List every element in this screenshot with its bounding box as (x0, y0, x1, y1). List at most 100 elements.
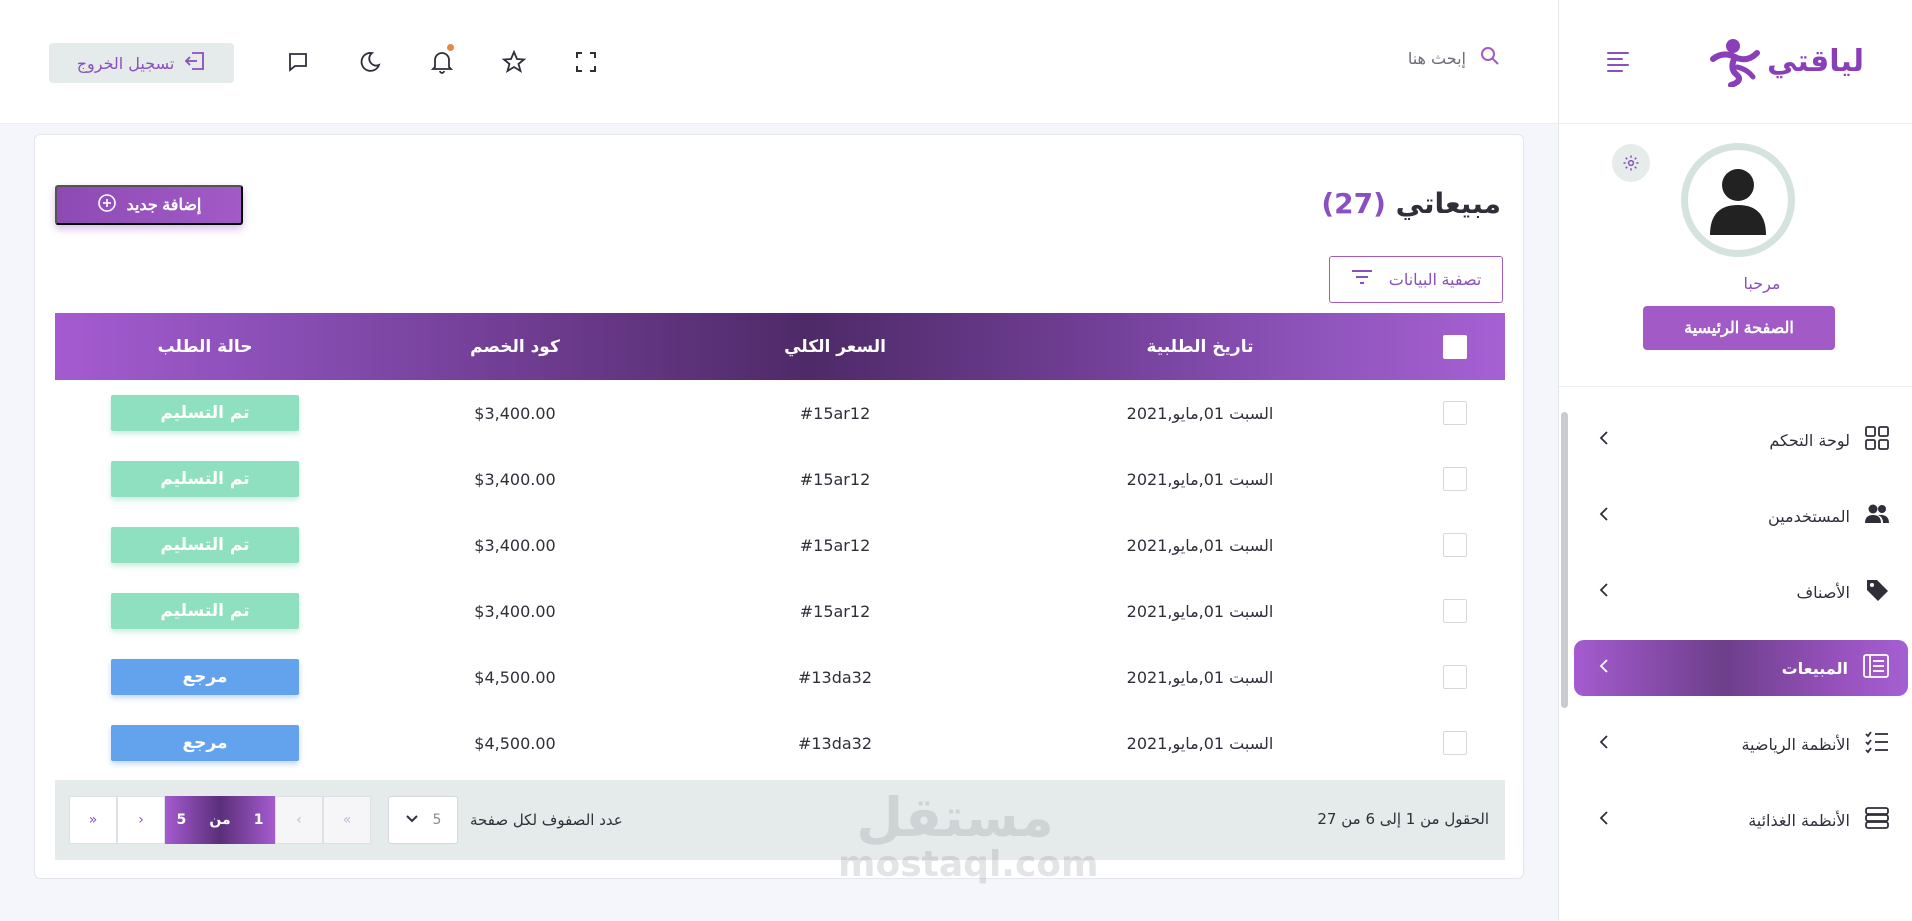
row-checkbox[interactable] (1443, 731, 1467, 755)
table-row[interactable]: السبت 01,مايو,2021 #13da32 $4,500.00 مرج… (55, 644, 1505, 710)
sales-table: تاريخ الطلبية السعر الكلي كود الخصم حالة… (55, 313, 1505, 776)
chat-icon[interactable] (262, 44, 334, 80)
runner-logo-icon (1707, 37, 1761, 87)
total-price: $3,400.00 (474, 601, 556, 621)
row-checkbox[interactable] (1443, 401, 1467, 425)
status-badge[interactable]: تم التسليم (111, 593, 299, 629)
order-date: السبت 01,مايو,2021 (1126, 535, 1274, 555)
table-row[interactable]: السبت 01,مايو,2021 #15ar12 $3,400.00 تم … (55, 512, 1505, 578)
logout-button[interactable]: تسجيل الخروج (49, 43, 234, 83)
status-badge[interactable]: تم التسليم (111, 527, 299, 563)
server-icon (1864, 805, 1890, 835)
discount-code: #13da32 (797, 667, 873, 687)
checklist-icon (1864, 729, 1890, 759)
select-all-cell (1405, 313, 1505, 380)
chevron-left-icon (1598, 582, 1610, 602)
total-price: $4,500.00 (474, 733, 556, 753)
table-row[interactable]: السبت 01,مايو,2021 #13da32 $4,500.00 مرج… (55, 710, 1505, 776)
row-checkbox[interactable] (1443, 665, 1467, 689)
status-badge[interactable]: مرجع (111, 725, 299, 761)
total-price: $3,400.00 (474, 535, 556, 555)
rows-per-page-label: عدد الصفوف لكل صفحة (470, 811, 623, 829)
search-box[interactable]: إبحث هنا (1408, 46, 1500, 70)
brand-name: لياقتي (1766, 44, 1864, 79)
brand-logo[interactable]: لياقتي (1707, 37, 1864, 87)
page-title: مبيعاتي (27) (1321, 187, 1501, 220)
status-badge[interactable]: تم التسليم (111, 395, 299, 431)
last-page-icon[interactable]: » (69, 796, 117, 844)
filter-data-button[interactable]: تصفية البيانات (1329, 256, 1503, 303)
discount-code: #13da32 (797, 733, 873, 753)
welcome-text: مرحبا (1743, 274, 1781, 293)
prev-page-icon[interactable]: ‹ (275, 796, 323, 844)
records-count: (27) (1321, 187, 1386, 220)
records-range-text: الحقول من 1 إلى 6 من 27 (1317, 810, 1489, 828)
order-date: السبت 01,مايو,2021 (1126, 667, 1274, 687)
table-row[interactable]: السبت 01,مايو,2021 #15ar12 $3,400.00 تم … (55, 446, 1505, 512)
filter-icon (1351, 269, 1373, 290)
add-new-button[interactable]: إضافة جديد (55, 185, 243, 225)
pagination: » › 5 من 1 ‹ « (69, 796, 371, 844)
sidebar-item-label: المستخدمين (1768, 506, 1850, 526)
select-all-checkbox[interactable] (1443, 334, 1467, 359)
chevron-down-icon (405, 812, 419, 828)
sidebar-item-label: المبيعات (1781, 658, 1848, 678)
status-badge[interactable]: تم التسليم (111, 461, 299, 497)
sidebar-item-users[interactable]: المستخدمين (1574, 488, 1908, 544)
plus-circle-icon (97, 193, 117, 218)
status-badge[interactable]: مرجع (111, 659, 299, 695)
rows-per-page-select[interactable]: 5 (388, 796, 458, 844)
sidebar: لياقتي مرحبا الصفحة الرئيسية لوحة التحكم… (1558, 0, 1912, 921)
pagination-bar: » › 5 من 1 ‹ « 5 عدد الصفوف لكل صفحة الح… (55, 780, 1505, 860)
order-date: السبت 01,مايو,2021 (1126, 403, 1274, 423)
sidebar-item-categories[interactable]: الأصناف (1574, 564, 1908, 620)
table-row[interactable]: السبت 01,مايو,2021 #15ar12 $3,400.00 تم … (55, 578, 1505, 644)
column-header[interactable]: كود الخصم (355, 313, 675, 380)
star-icon[interactable] (478, 44, 550, 80)
avatar[interactable] (1681, 143, 1795, 257)
chevron-left-icon (1598, 810, 1610, 830)
moon-icon[interactable] (334, 44, 406, 80)
table-row[interactable]: السبت 01,مايو,2021 #15ar12 $3,400.00 تم … (55, 380, 1505, 446)
column-header[interactable]: تاريخ الطلبية (995, 313, 1405, 380)
chevron-left-icon (1598, 658, 1610, 678)
of-label: من (209, 812, 231, 828)
rows-per-page-value: 5 (432, 812, 442, 828)
row-checkbox[interactable] (1443, 467, 1467, 491)
home-page-button[interactable]: الصفحة الرئيسية (1643, 306, 1835, 350)
chevron-left-icon (1598, 430, 1610, 450)
row-checkbox[interactable] (1443, 533, 1467, 557)
sidebar-brand: لياقتي (1559, 0, 1912, 124)
page-title-text: مبيعاتي (1395, 187, 1501, 220)
sidebar-item-dashboard[interactable]: لوحة التحكم (1574, 412, 1908, 468)
sidebar-item-label: الأنظمة الغذائية (1748, 810, 1850, 830)
sidebar-item-sport-programs[interactable]: الأنظمة الرياضية (1574, 716, 1908, 772)
discount-code: #15ar12 (799, 535, 871, 555)
rows-per-page: 5 عدد الصفوف لكل صفحة (388, 796, 623, 844)
column-header[interactable]: حالة الطلب (55, 313, 355, 380)
sidebar-item-diet-programs[interactable]: الأنظمة الغذائية (1574, 792, 1908, 848)
sidebar-item-label: الأصناف (1796, 582, 1850, 602)
sales-card: مبيعاتي (27) إضافة جديد تصفية البيانات ت… (34, 134, 1524, 879)
sidebar-item-label: الأنظمة الرياضية (1741, 734, 1850, 754)
search-icon[interactable] (1480, 46, 1500, 70)
current-page: 1 (253, 812, 264, 828)
chevron-left-icon (1598, 734, 1610, 754)
gear-icon[interactable] (1612, 144, 1650, 182)
menu-toggle-icon[interactable] (1607, 48, 1635, 76)
profile-section: مرحبا الصفحة الرئيسية (1559, 124, 1912, 387)
next-page-icon[interactable]: › (117, 796, 165, 844)
first-page-icon[interactable]: « (323, 796, 371, 844)
add-new-label: إضافة جديد (126, 197, 202, 214)
tag-icon (1864, 577, 1890, 607)
row-checkbox[interactable] (1443, 599, 1467, 623)
chevron-left-icon (1598, 506, 1610, 526)
fullscreen-icon[interactable] (550, 44, 622, 80)
discount-code: #15ar12 (799, 601, 871, 621)
column-header[interactable]: السعر الكلي (675, 313, 995, 380)
top-icons (262, 44, 622, 80)
bell-icon[interactable] (406, 44, 478, 80)
search-input[interactable]: إبحث هنا (1408, 49, 1466, 68)
sidebar-item-sales[interactable]: المبيعات (1574, 640, 1908, 696)
sales-icon (1862, 652, 1890, 684)
